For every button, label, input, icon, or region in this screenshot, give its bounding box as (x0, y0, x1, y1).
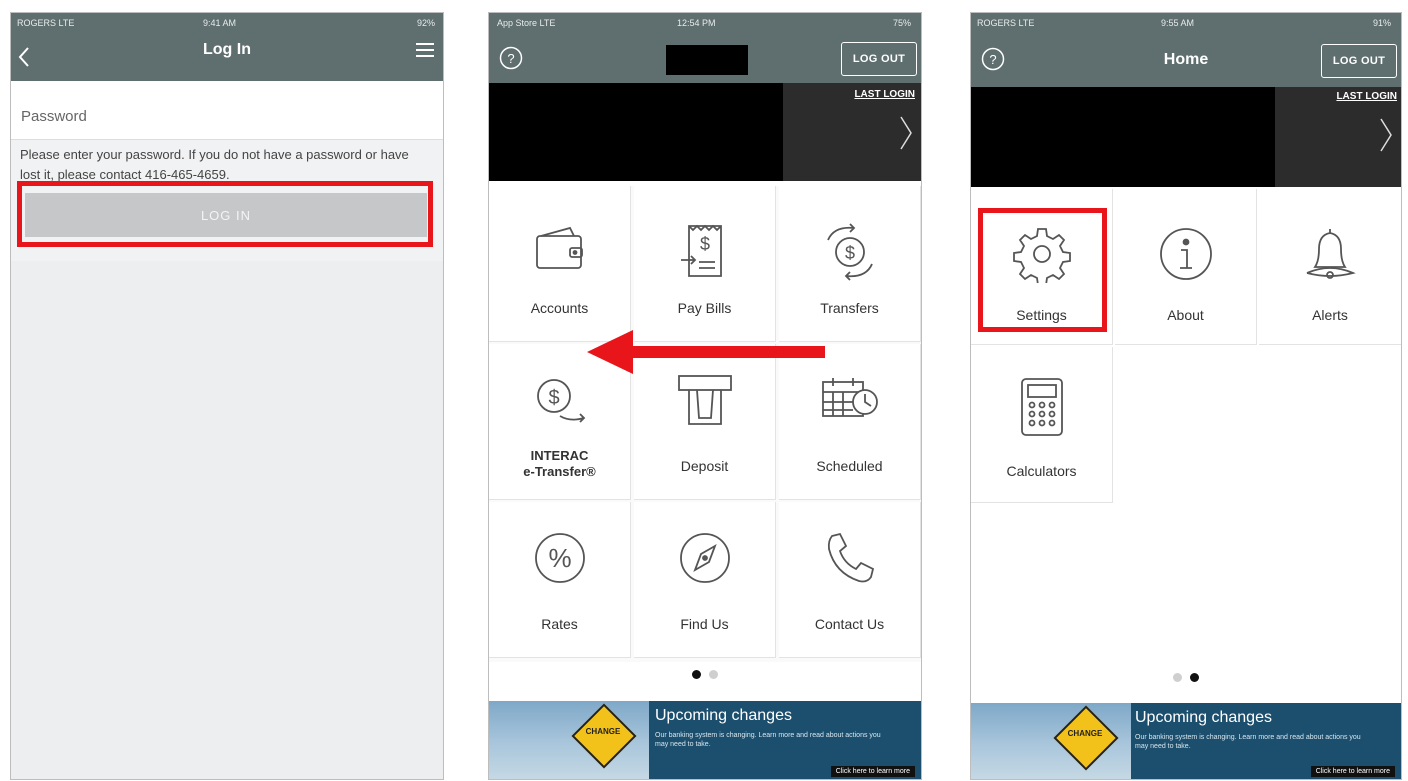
battery-label: 75% (892, 18, 911, 28)
promo-banner[interactable]: CHANGE Upcoming changes Our banking syst… (489, 701, 921, 779)
logout-button[interactable]: LOG OUT (1321, 44, 1397, 78)
password-field[interactable]: Password (11, 81, 443, 140)
clock: 9:55 AM (1161, 18, 1195, 28)
promo-cta[interactable]: Click here to learn more (830, 766, 915, 777)
tile-label: Deposit (680, 458, 729, 474)
carrier-label: ROGERS LTE (977, 18, 1035, 28)
password-label: Password (21, 108, 87, 125)
tile-label: Calculators (1006, 463, 1077, 479)
tile-calculators[interactable]: Calculators (971, 347, 1113, 503)
promo-title: Upcoming changes (655, 707, 792, 724)
tile-label: About (1167, 307, 1204, 323)
promo-banner[interactable]: CHANGE Upcoming changes Our banking syst… (971, 703, 1401, 779)
promo-text: Our banking system is changing. Learn mo… (1135, 734, 1361, 750)
page-indicator[interactable] (971, 673, 1401, 682)
page-dot-active[interactable] (692, 670, 701, 679)
login-button[interactable]: LOG IN (25, 193, 427, 237)
etransfer-icon: $ (530, 372, 590, 428)
svg-text:$: $ (548, 387, 559, 409)
sign-label: CHANGE (1067, 729, 1103, 738)
tile-label-line2: e-Transfer® (523, 464, 596, 479)
nav-bar: ? LOG OUT (489, 33, 921, 83)
chevron-right-icon (1379, 117, 1393, 153)
last-login-panel[interactable]: LAST LOGIN (783, 83, 921, 181)
login-screen: ROGERS LTE 9:41 AM 92% Log In Password P… (10, 12, 444, 780)
svg-text:?: ? (507, 51, 514, 66)
tile-label: Find Us (680, 616, 729, 632)
tile-label: Alerts (1312, 307, 1348, 323)
percent-icon: % (532, 530, 588, 586)
status-bar: App Store LTE 12:54 PM 75% (489, 13, 921, 33)
help-text: Please enter your password. If you do no… (20, 147, 409, 182)
last-login-panel[interactable]: LAST LOGIN (1275, 87, 1401, 187)
tile-transfers[interactable]: $ Transfers (779, 186, 921, 342)
login-button-label: LOG IN (200, 207, 252, 223)
info-icon (1157, 225, 1215, 283)
transfer-icon: $ (820, 222, 880, 282)
home-screen-page-1: App Store LTE 12:54 PM 75% ? LOG OUT LAS… (488, 12, 922, 780)
promo-cta[interactable]: Click here to learn more (1310, 766, 1395, 777)
page-indicator[interactable] (489, 670, 921, 679)
tile-label: Transfers (820, 300, 879, 316)
tile-alerts[interactable]: Alerts (1259, 189, 1401, 345)
last-login-link[interactable]: LAST LOGIN (1336, 91, 1397, 102)
tile-label-line1: INTERAC (530, 448, 589, 463)
tile-find-us[interactable]: Find Us (634, 502, 776, 658)
svg-text:$: $ (844, 243, 854, 263)
tile-rates[interactable]: % Rates (489, 502, 631, 658)
left-arrow-annotation (585, 326, 830, 383)
bill-icon: $ (677, 222, 733, 282)
page-dot-active[interactable] (1190, 673, 1199, 682)
clock: 9:41 AM (203, 18, 237, 28)
settings-highlight (978, 208, 1107, 332)
tile-pay-bills[interactable]: $ Pay Bills (634, 186, 776, 342)
sign-label: CHANGE (585, 727, 621, 736)
status-bar: ROGERS LTE 9:55 AM 91% (971, 13, 1401, 33)
empty-area (11, 261, 443, 779)
promo-title: Upcoming changes (1135, 709, 1272, 726)
svg-text:%: % (548, 543, 571, 573)
status-bar: ROGERS LTE 9:41 AM 92% (11, 13, 443, 33)
nav-bar: Log In (11, 33, 443, 81)
wallet-icon (532, 222, 588, 278)
promo-text: Our banking system is changing. Learn mo… (655, 732, 881, 748)
redacted-title (666, 45, 748, 75)
clock: 12:54 PM (677, 18, 716, 28)
logout-label: LOG OUT (852, 53, 906, 65)
tile-about[interactable]: About (1115, 189, 1257, 345)
chevron-right-icon (899, 115, 913, 151)
compass-icon (677, 530, 733, 586)
tile-label-interac: INTERAC e-Transfer® (489, 448, 630, 480)
nav-bar: ? Home LOG OUT (971, 33, 1401, 87)
page-dot[interactable] (1173, 673, 1182, 682)
logout-button[interactable]: LOG OUT (841, 42, 917, 76)
menu-icon[interactable] (415, 41, 435, 59)
home-screen-page-2: ROGERS LTE 9:55 AM 91% ? Home LOG OUT LA… (970, 12, 1402, 780)
account-banner[interactable]: LAST LOGIN (971, 87, 1401, 187)
carrier-label: App Store LTE (497, 18, 556, 28)
help-icon[interactable]: ? (499, 46, 523, 70)
page-title: Log In (203, 41, 251, 58)
phone-icon (822, 530, 878, 586)
tile-label: Contact Us (814, 616, 885, 632)
account-banner[interactable]: LAST LOGIN (489, 83, 921, 181)
bell-icon (1301, 225, 1359, 283)
svg-text:$: $ (699, 234, 709, 254)
tile-label: Accounts (530, 300, 589, 316)
tile-label: Scheduled (816, 458, 883, 474)
tile-label: Pay Bills (677, 300, 732, 316)
last-login-link[interactable]: LAST LOGIN (854, 89, 915, 100)
battery-label: 92% (416, 18, 435, 28)
battery-label: 91% (1372, 18, 1391, 28)
calculator-icon (1017, 377, 1067, 437)
logout-label: LOG OUT (1332, 55, 1386, 67)
carrier-label: ROGERS LTE (17, 18, 75, 28)
tile-label: Rates (541, 616, 578, 632)
menu-grid: Accounts $ Pay Bills $ Transfers $ INTER… (489, 186, 921, 662)
tile-contact-us[interactable]: Contact Us (779, 502, 921, 658)
page-dot[interactable] (709, 670, 718, 679)
tile-accounts[interactable]: Accounts (489, 186, 631, 342)
